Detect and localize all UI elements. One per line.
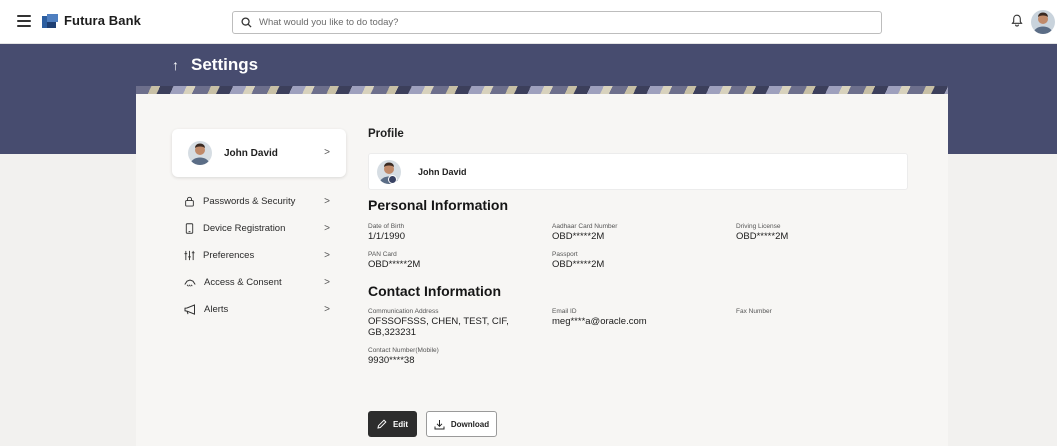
search-input[interactable] — [259, 17, 859, 28]
profile-name: John David — [418, 166, 467, 177]
mobile-field: Contact Number(Mobile) 9930****38 — [368, 347, 439, 366]
chevron-right-icon: > — [324, 147, 330, 158]
chevron-right-icon: > — [324, 250, 330, 261]
passport-field: Passport OBD*****2M — [552, 251, 604, 270]
device-icon — [185, 223, 194, 234]
pan-label: PAN Card — [368, 251, 397, 258]
sidebar-item-label: Preferences — [203, 250, 255, 261]
decorative-pattern — [136, 86, 948, 94]
dob-value: 1/1/1990 — [368, 231, 405, 242]
fax-label: Fax Number — [736, 308, 772, 315]
mobile-value: 9930****38 — [368, 355, 415, 366]
pan-value: OBD*****2M — [368, 259, 421, 270]
user-avatar[interactable] — [1031, 10, 1055, 34]
driving-license-field: Driving License OBD*****2M — [736, 223, 788, 242]
passport-label: Passport — [552, 251, 578, 258]
contact-info-heading: Contact Information — [368, 283, 501, 299]
page-title: ↑ Settings — [172, 55, 258, 75]
search-icon — [241, 17, 252, 28]
email-field: Email ID meg****a@oracle.com — [552, 308, 647, 327]
download-button-label: Download — [450, 419, 490, 429]
chevron-right-icon: > — [324, 277, 330, 288]
brand-mark-icon — [42, 13, 58, 28]
email-value: meg****a@oracle.com — [552, 316, 647, 327]
chevron-right-icon: > — [324, 196, 330, 207]
address-line-2: GB,323231 — [368, 327, 417, 338]
notification-bell-icon[interactable] — [1011, 14, 1023, 27]
sidebar-item-passwords-security[interactable]: Passwords & Security > — [172, 188, 346, 215]
sidebar-item-label: Access & Consent — [204, 277, 282, 288]
address-label: Communication Address — [368, 308, 439, 315]
brand-logo[interactable]: Futura Bank — [42, 13, 141, 28]
sliders-icon — [184, 250, 195, 261]
aadhaar-value: OBD*****2M — [552, 231, 605, 242]
pencil-icon — [377, 419, 387, 429]
lock-icon — [185, 196, 194, 207]
sidebar-profile-card[interactable]: John David > — [172, 129, 346, 177]
driving-license-label: Driving License — [736, 223, 781, 230]
handshake-icon — [184, 279, 196, 287]
sidebar-item-access-consent[interactable]: Access & Consent > — [172, 269, 346, 296]
aadhaar-field: Aadhaar Card Number OBD*****2M — [552, 223, 617, 242]
passport-value: OBD*****2M — [552, 259, 605, 270]
profile-summary: John David — [368, 153, 908, 190]
sidebar-item-label: Device Registration — [203, 223, 286, 234]
sidebar-avatar — [188, 141, 212, 165]
sidebar-profile-name: John David — [224, 147, 278, 159]
driving-license-value: OBD*****2M — [736, 231, 789, 242]
brand-name: Futura Bank — [64, 13, 141, 28]
address-field: Communication Address OFSSOFSSS, CHEN, T… — [368, 308, 509, 338]
dob-field: Date of Birth 1/1/1990 — [368, 223, 405, 242]
edit-button-label: Edit — [392, 419, 409, 429]
back-arrow-icon[interactable]: ↑ — [172, 57, 179, 73]
top-bar: Futura Bank — [0, 0, 1057, 44]
aadhaar-label: Aadhaar Card Number — [552, 223, 618, 230]
page-title-text: Settings — [191, 55, 259, 74]
fax-field: Fax Number — [736, 308, 772, 316]
chevron-right-icon: > — [324, 304, 330, 315]
dob-label: Date of Birth — [368, 223, 405, 230]
profile-heading: Profile — [368, 128, 404, 140]
settings-side-menu: Passwords & Security > Device Registrati… — [172, 188, 346, 323]
chevron-right-icon: > — [324, 223, 330, 234]
search-bar[interactable] — [232, 11, 882, 34]
sidebar-item-alerts[interactable]: Alerts > — [172, 296, 346, 323]
sidebar-item-device-registration[interactable]: Device Registration > — [172, 215, 346, 242]
change-photo-icon[interactable] — [388, 175, 397, 184]
sidebar-item-label: Passwords & Security — [203, 196, 296, 207]
download-icon — [434, 419, 445, 429]
megaphone-icon — [184, 304, 195, 315]
sidebar-item-label: Alerts — [204, 304, 229, 315]
pan-field: PAN Card OBD*****2M — [368, 251, 420, 270]
download-button[interactable]: Download — [426, 411, 497, 437]
address-line-1: OFSSOFSSS, CHEN, TEST, CIF, — [368, 316, 509, 327]
edit-button[interactable]: Edit — [368, 411, 417, 437]
hamburger-menu-icon[interactable] — [17, 15, 31, 27]
sidebar-item-preferences[interactable]: Preferences > — [172, 242, 346, 269]
mobile-label: Contact Number(Mobile) — [368, 347, 439, 354]
personal-info-heading: Personal Information — [368, 197, 509, 213]
email-label: Email ID — [552, 308, 577, 315]
